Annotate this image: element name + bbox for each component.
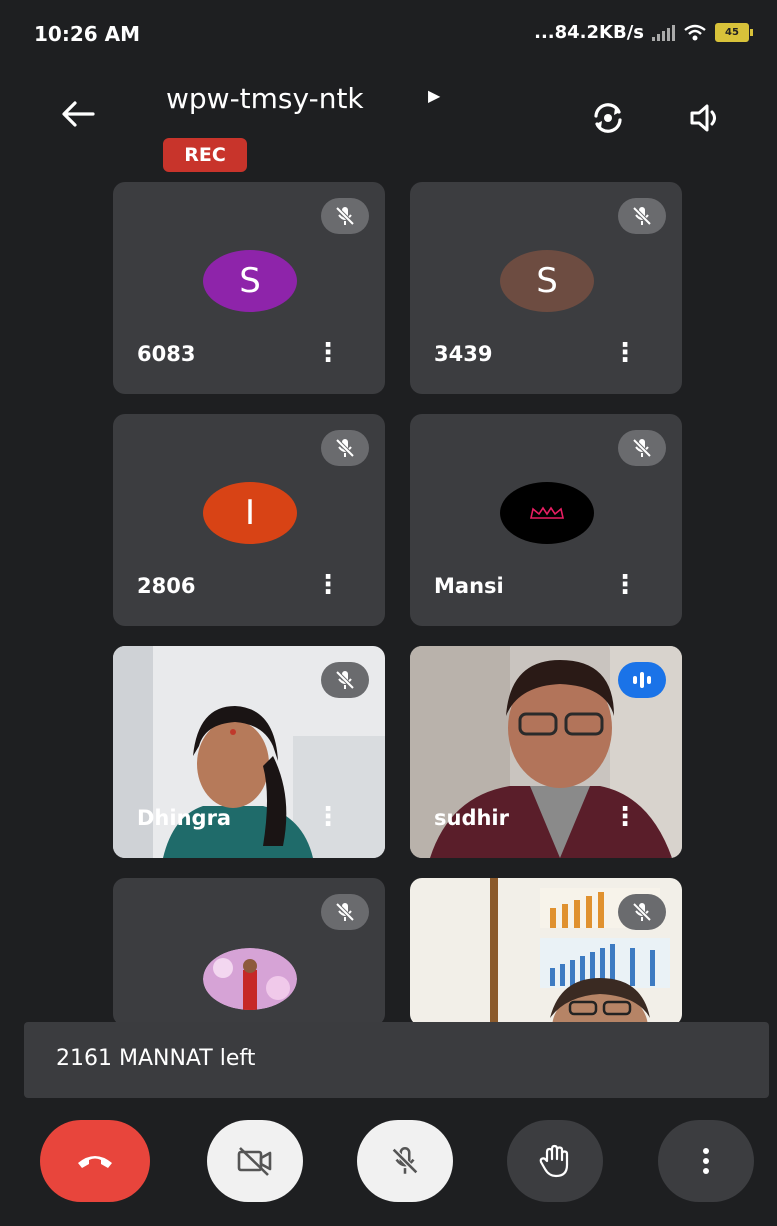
mic-off-icon xyxy=(618,430,666,466)
mic-off-icon xyxy=(618,198,666,234)
participant-tile[interactable] xyxy=(113,878,385,1026)
meeting-code[interactable]: wpw-tmsy-ntk xyxy=(166,82,364,115)
toast-message: 2161 MANNAT left xyxy=(56,1046,256,1071)
participant-name: Mansi xyxy=(434,574,504,598)
signal-icon xyxy=(652,24,675,41)
speaking-indicator-icon xyxy=(618,662,666,698)
status-bar: 10:26 AM ...84.2KB/s 45 xyxy=(0,0,777,62)
call-controls xyxy=(0,1110,777,1226)
speaker-icon xyxy=(690,104,716,132)
recording-badge: REC xyxy=(163,138,247,172)
hand-icon xyxy=(539,1144,569,1178)
mic-off-icon xyxy=(321,430,369,466)
caret-right-icon[interactable]: ▶ xyxy=(428,86,440,105)
more-options-icon[interactable]: ⋮ xyxy=(612,572,638,598)
participant-video-tile[interactable] xyxy=(410,878,682,1026)
more-options-icon[interactable]: ⋮ xyxy=(315,572,341,598)
mic-off-icon xyxy=(321,662,369,698)
participant-tile[interactable]: Mansi ⋮ xyxy=(410,414,682,626)
avatar: S xyxy=(500,250,594,312)
hang-up-icon xyxy=(78,1156,112,1168)
avatar-photo xyxy=(203,948,297,1010)
more-vertical-icon xyxy=(703,1148,709,1174)
speaker-button[interactable] xyxy=(686,98,726,138)
network-speed: ...84.2KB/s xyxy=(534,22,644,43)
status-indicators: ...84.2KB/s 45 xyxy=(534,22,753,43)
meeting-header: wpw-tmsy-ntk ▶ REC xyxy=(0,62,777,182)
mic-toggle-button[interactable] xyxy=(357,1120,453,1202)
participant-left-toast: 2161 MANNAT left xyxy=(24,1022,769,1098)
avatar-logo xyxy=(500,482,594,544)
participant-tile[interactable]: S 6083 ⋮ xyxy=(113,182,385,394)
participant-tile[interactable]: I 2806 ⋮ xyxy=(113,414,385,626)
mic-off-icon xyxy=(321,894,369,930)
participant-name: Dhingra xyxy=(137,806,232,830)
wifi-icon xyxy=(684,24,706,40)
more-options-icon[interactable]: ⋮ xyxy=(612,804,638,830)
avatar: I xyxy=(203,482,297,544)
end-call-button[interactable] xyxy=(40,1120,150,1202)
raise-hand-button[interactable] xyxy=(507,1120,603,1202)
more-options-button[interactable] xyxy=(658,1120,754,1202)
participant-name: 6083 xyxy=(137,342,196,366)
participant-video-tile[interactable]: Dhingra ⋮ xyxy=(113,646,385,858)
participant-video-tile[interactable]: sudhir ⋮ xyxy=(410,646,682,858)
participant-tile[interactable]: S 3439 ⋮ xyxy=(410,182,682,394)
more-options-icon[interactable]: ⋮ xyxy=(612,340,638,366)
mic-off-icon xyxy=(321,198,369,234)
arrow-left-icon xyxy=(62,101,95,127)
back-button[interactable] xyxy=(58,94,98,134)
camera-toggle-button[interactable] xyxy=(207,1120,303,1202)
switch-camera-icon xyxy=(594,103,622,133)
switch-camera-button[interactable] xyxy=(588,98,628,138)
mic-off-icon xyxy=(618,894,666,930)
participant-name: sudhir xyxy=(434,806,509,830)
avatar: S xyxy=(203,250,297,312)
more-options-icon[interactable]: ⋮ xyxy=(315,804,341,830)
participant-name: 3439 xyxy=(434,342,493,366)
crown-logo-icon xyxy=(530,506,564,519)
battery-level: 45 xyxy=(725,27,739,38)
battery-icon: 45 xyxy=(715,23,753,42)
camera-off-icon xyxy=(237,1147,272,1176)
more-options-icon[interactable]: ⋮ xyxy=(315,340,341,366)
status-time: 10:26 AM xyxy=(34,22,141,46)
participant-name: 2806 xyxy=(137,574,196,598)
mic-off-icon xyxy=(391,1146,419,1175)
